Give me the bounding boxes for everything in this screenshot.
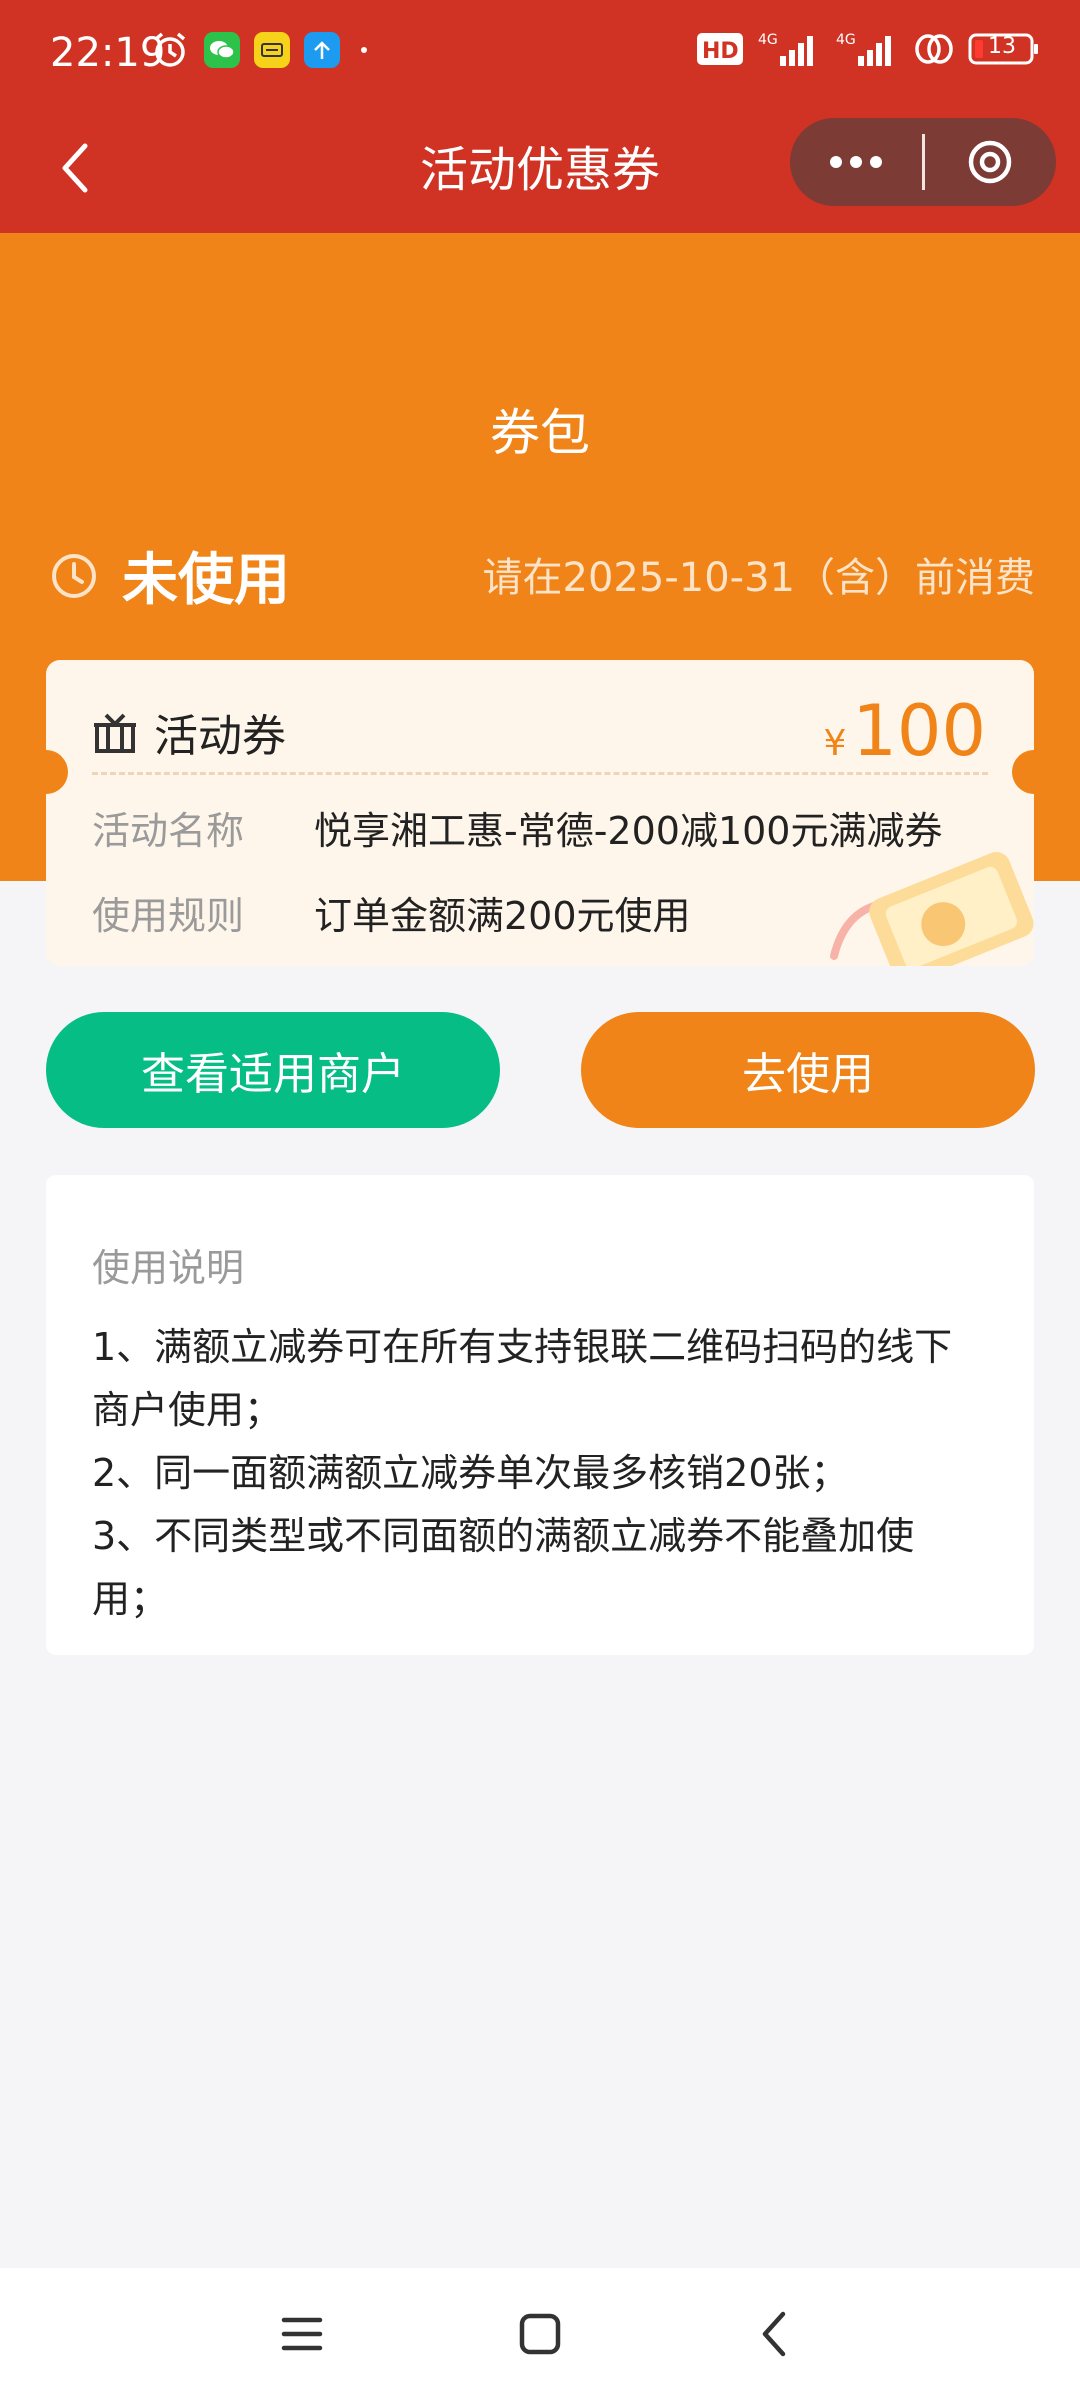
coupon-pack-title: 券包 [490,404,590,462]
wechat-icon [204,32,240,68]
link-icon [915,34,953,64]
currency-symbol: ¥ [823,723,847,764]
dot-icon [361,47,367,53]
mini-program-capsule [790,118,1056,206]
svg-text:4G: 4G [758,32,778,48]
info-key: 活动名称 [92,809,245,853]
info-key: 使用规则 [92,894,245,938]
more-button[interactable] [790,118,922,206]
coupon-amount: ¥ 100 [823,690,986,772]
close-button[interactable] [925,118,1055,206]
more-icon [830,156,882,168]
square-home-icon [519,2313,561,2355]
coupon-info-row: 活动名称 悦享湘工惠-常德-200减100元满减券 [92,800,943,855]
instruction-item: 2、同一面额满额立减券单次最多核销20张； [92,1451,849,1495]
coupon-status: 未使用 [122,548,290,613]
info-value: 订单金额满200元使用 [314,894,691,938]
use-coupon-button[interactable]: 去使用 [581,1012,1035,1128]
coupon-status-row: 未使用 请在2025-10-31（含）前消费 [50,535,1035,613]
coupon-info-row: 使用规则 订单金额满200元使用 [92,885,691,940]
coupon-value: 100 [852,690,986,772]
battery-icon: 13 [968,31,1040,67]
chevron-left-icon [762,2311,786,2357]
coupon-divider [92,772,988,775]
coupon-type: 活动券 [92,700,286,764]
menu-icon [281,2317,323,2351]
status-notification-icons [150,30,374,70]
alarm-icon [154,32,186,67]
status-bar: 22:19 HD 4G 4G 13 [0,0,1080,108]
instructions-title: 使用说明 [92,1246,245,1290]
view-merchants-button[interactable]: 查看适用商户 [46,1012,500,1128]
navigation-bar: 活动优惠券 [0,108,1080,233]
svg-text:4G: 4G [836,32,856,48]
app-icon [254,32,290,68]
battery-level: 13 [988,34,1016,59]
status-time: 22:19 [50,30,166,76]
instruction-item: 1、满额立减券可在所有支持银联二维码扫码的线下商户使用； [92,1325,953,1432]
expire-note: 请在2025-10-31（含）前消费 [482,555,1035,601]
coupon-notch-left [24,750,68,794]
coupon-notch-right [1012,750,1056,794]
upload-icon [304,32,340,68]
clock-icon [52,553,96,598]
usage-instructions: 使用说明 1、满额立减券可在所有支持银联二维码扫码的线下商户使用； 2、同一面额… [46,1175,1034,1655]
system-navigation-bar [0,2268,1080,2400]
coupon-ticket-illustration [830,852,1034,966]
gift-icon [94,713,136,753]
signal-4g-icon: 4G [836,32,891,66]
coupon-card: 活动券 ¥ 100 活动名称 悦享湘工惠-常德-200减100元满减券 使用规则… [46,660,1034,966]
status-system-icons: HD 4G 4G 13 [696,30,1040,68]
hd-icon: HD [697,33,743,65]
menu-button[interactable] [272,2304,332,2364]
instruction-item: 3、不同类型或不同面额的满额立减券不能叠加使用； [92,1514,915,1621]
coupon-type-label: 活动券 [154,711,286,762]
signal-4g-icon: 4G [758,32,813,66]
home-button[interactable] [510,2304,570,2364]
svg-text:HD: HD [702,39,739,64]
system-back-button[interactable] [744,2304,804,2364]
close-circle-icon [968,140,1012,184]
